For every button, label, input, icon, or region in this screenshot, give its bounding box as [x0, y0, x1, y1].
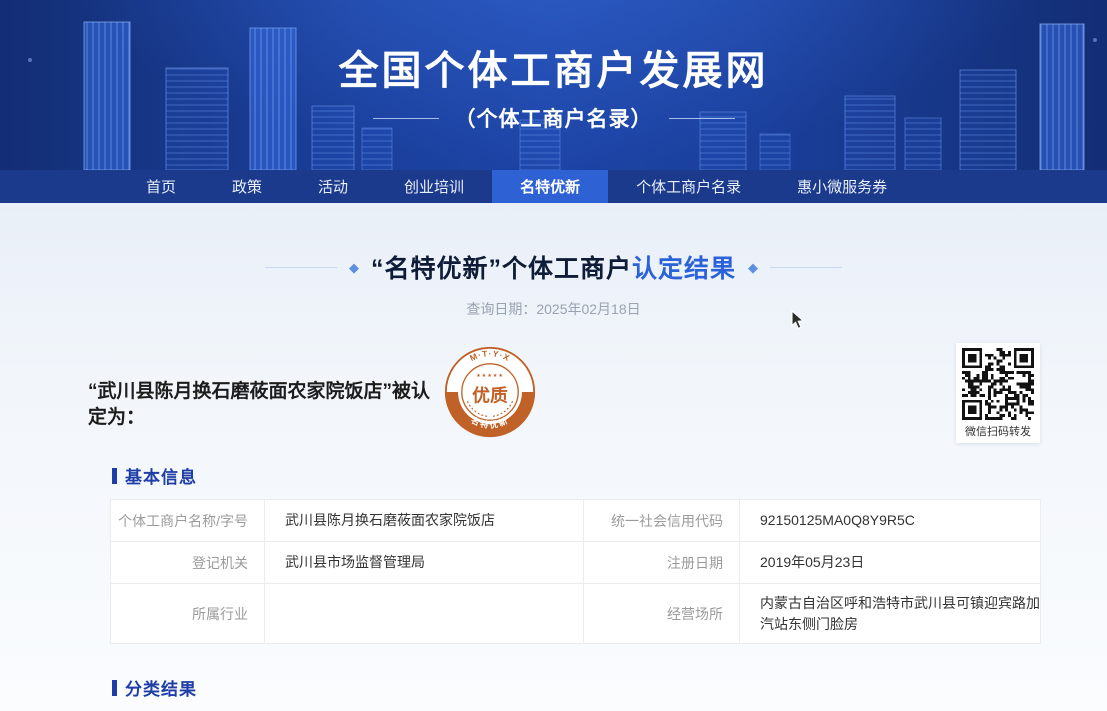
table-value: 92150125MA0Q8Y9R5C — [740, 500, 1041, 542]
section-header-basic-info: 基本信息 — [112, 463, 197, 488]
nav-item-voucher[interactable]: 惠小微服务券 — [769, 170, 915, 203]
page-title-row: ◆ “名特优新”个体工商户认定结果 ◆ — [0, 249, 1107, 285]
table-value — [265, 584, 584, 644]
diamond-icon-right: ◆ — [748, 261, 758, 274]
nav-item-mtyx[interactable]: 名特优新 — [492, 170, 608, 203]
main-content: ◆ “名特优新”个体工商户认定结果 ◆ 查询日期：2025年02月18日 “武川… — [0, 203, 1107, 711]
basic-info-table: 个体工商户名称/字号 武川县陈月换石磨莜面农家院饭店 统一社会信用代码 9215… — [110, 499, 1041, 644]
site-title: 全国个体工商户发展网 — [0, 38, 1107, 96]
qr-card: 微信扫码转发 — [956, 343, 1040, 443]
section-bar-icon — [112, 680, 117, 696]
table-label: 经营场所 — [584, 584, 740, 644]
nav-item-directory[interactable]: 个体工商户名录 — [608, 170, 769, 203]
table-value: 武川县陈月换石磨莜面农家院饭店 — [265, 500, 584, 542]
table-label: 所属行业 — [111, 584, 265, 644]
mouse-cursor — [791, 310, 809, 330]
table-label: 统一社会信用代码 — [584, 500, 740, 542]
table-label: 注册日期 — [584, 542, 740, 584]
site-banner: 全国个体工商户发展网 （个体工商户名录） — [0, 0, 1107, 170]
section-title: 分类结果 — [125, 675, 197, 700]
section-bar-icon — [112, 468, 117, 484]
table-value: 武川县市场监督管理局 — [265, 542, 584, 584]
query-date-value: 2025年02月18日 — [536, 301, 640, 317]
site-subtitle: （个体工商户名录） — [455, 103, 653, 133]
qr-code — [962, 348, 1034, 420]
query-date: 查询日期：2025年02月18日 — [0, 299, 1107, 319]
table-label: 个体工商户名称/字号 — [111, 500, 265, 542]
table-row: 所属行业 经营场所 内蒙古自治区呼和浩特市武川县可镇迎宾路加汽站东侧门脸房 — [111, 584, 1041, 644]
title-line-left — [265, 267, 337, 268]
nav-item-policy[interactable]: 政策 — [204, 170, 290, 203]
certification-statement: “武川县陈月换石磨莜面农家院饭店”被认定为： — [88, 379, 448, 430]
nav-item-training[interactable]: 创业培训 — [376, 170, 492, 203]
section-title: 基本信息 — [125, 463, 197, 488]
qr-caption: 微信扫码转发 — [961, 423, 1035, 439]
table-value: 内蒙古自治区呼和浩特市武川县可镇迎宾路加汽站东侧门脸房 — [740, 584, 1041, 644]
main-nav: 首页 政策 活动 创业培训 名特优新 个体工商户名录 惠小微服务券 — [0, 170, 1107, 203]
page-title-highlight: 认定结果 — [632, 255, 736, 283]
nav-item-activity[interactable]: 活动 — [290, 170, 376, 203]
quality-seal-badge: M·T·Y·X ★★★★★ 优质 名特优新 — [443, 345, 537, 439]
badge-stars: ★★★★★ — [476, 373, 504, 379]
nav-item-home[interactable]: 首页 — [118, 170, 204, 203]
page-title-prefix: “名特优新”个体工商户 — [371, 255, 632, 283]
table-row: 个体工商户名称/字号 武川县陈月换石磨莜面农家院饭店 统一社会信用代码 9215… — [111, 500, 1041, 542]
diamond-icon-left: ◆ — [349, 261, 359, 274]
page-title: “名特优新”个体工商户认定结果 — [371, 249, 736, 285]
query-date-label: 查询日期： — [466, 301, 536, 317]
subtitle-line-left — [373, 118, 439, 119]
page: 全国个体工商户发展网 （个体工商户名录） 首页 政策 活动 创业培训 名特优新 … — [0, 0, 1107, 711]
badge-center-text: 优质 — [472, 384, 508, 405]
table-row: 登记机关 武川县市场监督管理局 注册日期 2019年05月23日 — [111, 542, 1041, 584]
table-value: 2019年05月23日 — [740, 542, 1041, 584]
site-subtitle-row: （个体工商户名录） — [0, 103, 1107, 133]
table-label: 登记机关 — [111, 542, 265, 584]
section-header-classification: 分类结果 — [112, 675, 197, 700]
subtitle-line-right — [669, 118, 735, 119]
title-line-right — [770, 267, 842, 268]
